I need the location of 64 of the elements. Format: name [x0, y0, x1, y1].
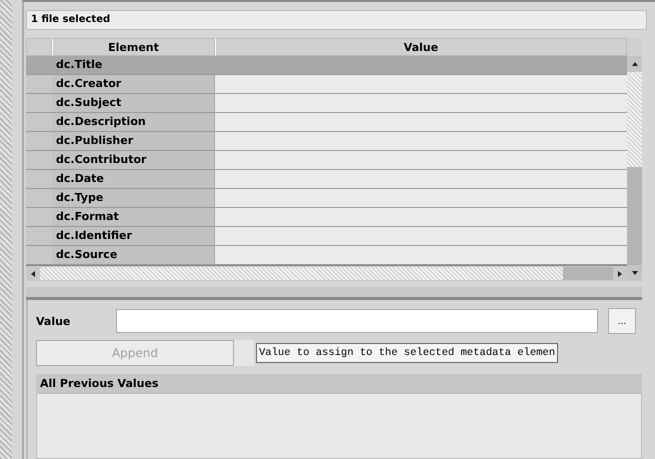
row-header[interactable] [26, 208, 52, 226]
value-field[interactable] [116, 309, 598, 333]
value-cell[interactable] [215, 56, 627, 74]
horizontal-scrollbar[interactable] [26, 265, 627, 281]
row-header[interactable] [26, 227, 52, 245]
table-row[interactable]: dc.Contributor [26, 151, 627, 170]
browse-button[interactable]: ... [608, 308, 636, 334]
row-header[interactable] [26, 170, 52, 188]
element-cell: dc.Format [52, 208, 215, 226]
row-header[interactable] [26, 132, 52, 150]
element-cell: dc.Description [52, 113, 215, 131]
row-header[interactable] [26, 113, 52, 131]
row-header[interactable] [26, 151, 52, 169]
row-header[interactable] [26, 75, 52, 93]
element-cell: dc.Contributor [52, 151, 215, 169]
table-row[interactable]: dc.Format [26, 208, 627, 227]
blank-button[interactable] [234, 340, 254, 366]
column-header[interactable]: Value [215, 38, 627, 56]
scroll-thumb[interactable] [563, 267, 613, 280]
header-corner [627, 38, 642, 56]
value-cell[interactable] [215, 170, 627, 188]
row-header[interactable] [26, 56, 52, 74]
element-cell: dc.Type [52, 189, 215, 207]
value-label: Value [36, 314, 72, 328]
table-row[interactable]: dc.Creator [26, 75, 627, 94]
left-arrow-icon[interactable] [30, 270, 36, 276]
value-cell[interactable] [215, 227, 627, 245]
table-row[interactable]: dc.Description [26, 113, 627, 132]
table-row[interactable]: dc.Type [26, 189, 627, 208]
row-header[interactable] [26, 94, 52, 112]
table-row[interactable]: dc.Subject [26, 94, 627, 113]
element-cell: dc.Source [52, 246, 215, 264]
value-cell[interactable] [215, 189, 627, 207]
previous-values-title: All Previous Values [36, 374, 642, 393]
value-cell[interactable] [215, 246, 627, 264]
table-row[interactable]: dc.Title [26, 56, 627, 75]
element-cell: dc.Date [52, 170, 215, 188]
value-cell[interactable] [215, 151, 627, 169]
table-row[interactable]: dc.Publisher [26, 132, 627, 151]
status-field: 1 file selected [26, 10, 647, 30]
row-header[interactable] [26, 189, 52, 207]
value-cell[interactable] [215, 113, 627, 131]
tooltip: Value to assign to the selected metadata elemen [256, 343, 558, 363]
element-cell: dc.Publisher [52, 132, 215, 150]
table-row[interactable]: dc.Identifier [26, 227, 627, 246]
value-cell[interactable] [215, 75, 627, 93]
value-cell[interactable] [215, 132, 627, 150]
row-header[interactable] [26, 246, 52, 264]
down-arrow-icon[interactable] [632, 270, 638, 276]
header-corner [26, 38, 52, 56]
vertical-scrollbar[interactable] [627, 38, 642, 281]
up-arrow-icon[interactable] [632, 61, 638, 67]
table-row[interactable]: dc.Date [26, 170, 627, 189]
right-arrow-icon[interactable] [617, 270, 623, 276]
element-cell: dc.Title [52, 56, 215, 74]
previous-values-list[interactable] [36, 393, 642, 459]
value-cell[interactable] [215, 208, 627, 226]
table-row[interactable]: dc.Source [26, 246, 627, 265]
value-cell[interactable] [215, 94, 627, 112]
element-cell: dc.Creator [52, 75, 215, 93]
scroll-thumb[interactable] [627, 167, 642, 265]
column-header[interactable]: Element [52, 38, 215, 56]
element-cell: dc.Subject [52, 94, 215, 112]
element-cell: dc.Identifier [52, 227, 215, 245]
